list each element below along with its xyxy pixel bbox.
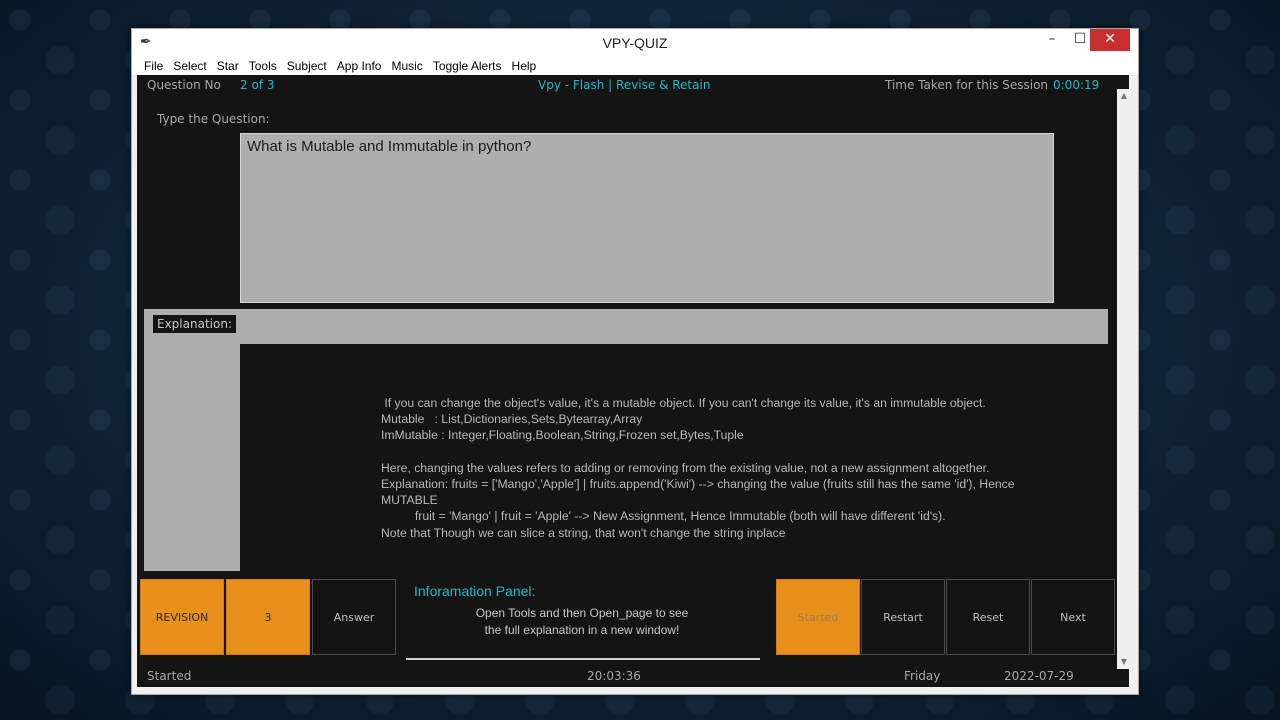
question-no-value: 2 of 3 [240,78,275,92]
started-button[interactable]: Started [776,579,860,655]
status-clock: 20:03:36 [587,669,641,683]
info-panel-message: Open Tools and then Open_page to see the… [475,606,689,637]
app-tagline: Vpy - Flash | Revise & Retain [538,78,711,92]
menu-select[interactable]: Select [168,57,211,73]
scroll-down-icon[interactable]: ▼ [1117,655,1131,669]
scroll-up-icon[interactable]: ▲ [1117,89,1131,103]
app-window: ✒ VPY-QUIZ – ☐ ✕ File Select Star Tools Subj… [131,28,1139,695]
revision-button[interactable]: REVISION [140,579,224,655]
vertical-scrollbar[interactable]: ▲ ▼ [1117,89,1131,669]
answer-button[interactable]: Answer [312,579,396,655]
explanation-text: If you can change the object's value, it… [381,396,1015,540]
menu-bar: File Select Star Tools Subject App Info Music T… [132,57,1138,75]
menu-file[interactable]: File [132,57,168,73]
session-time-value: 0:00:19 [1053,78,1100,92]
status-date: 2022-07-29 [1004,669,1074,683]
info-panel-title: Inforamation Panel: [414,583,536,599]
menu-subject[interactable]: Subject [282,57,332,73]
close-button[interactable]: ✕ [1090,29,1130,51]
status-day: Friday [904,669,941,683]
menu-help[interactable]: Help [507,57,542,73]
menu-tools[interactable]: Tools [244,57,282,73]
revision-count-badge: 3 [226,579,310,655]
restart-button[interactable]: Restart [861,579,945,655]
explanation-label: Explanation: [153,315,236,333]
session-time-label: Time Taken for this Session [885,78,1049,92]
title-bar: ✒ VPY-QUIZ – ☐ ✕ [132,29,1138,57]
explanation-header-bar [144,309,1108,344]
quiz-panel: ▲ ▼ Question No 2 of 3 Vpy - Flash | Rev… [137,75,1131,687]
question-input[interactable]: What is Mutable and Immutable in python? [240,133,1054,303]
question-label: Type the Question: [157,112,270,126]
menu-toggle-alerts[interactable]: Toggle Alerts [428,57,507,73]
reset-button[interactable]: Reset [946,579,1030,655]
info-panel-divider [406,658,760,660]
minimize-button[interactable]: – [1038,29,1066,51]
question-no-label: Question No [147,78,221,92]
menu-app-info[interactable]: App Info [332,57,387,73]
menu-music[interactable]: Music [386,57,427,73]
menu-star[interactable]: Star [212,57,244,73]
explanation-side-bar [144,309,240,571]
next-button[interactable]: Next [1031,579,1115,655]
status-state: Started [147,669,192,683]
window-title: VPY-QUIZ [602,35,668,51]
